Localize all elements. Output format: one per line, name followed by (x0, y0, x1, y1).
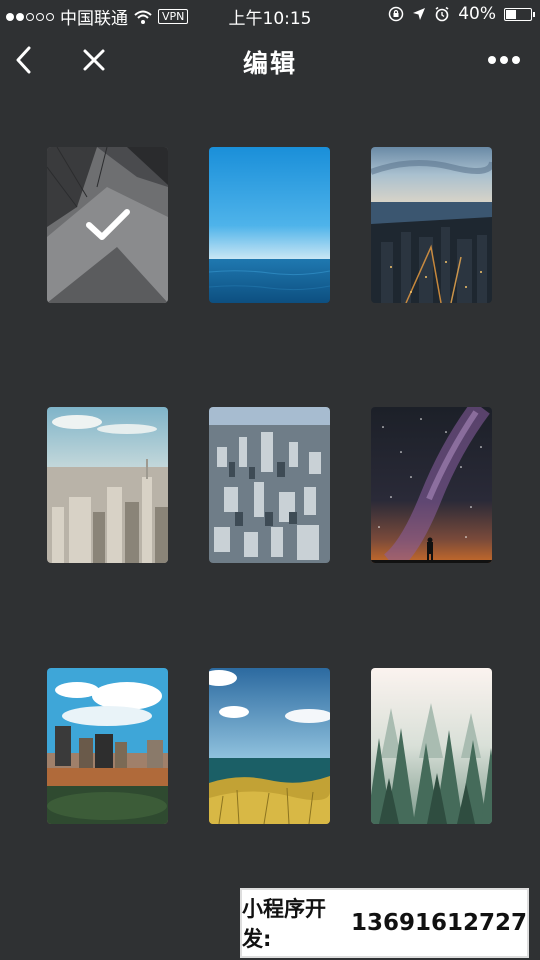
photo-city-aerial[interactable] (209, 407, 330, 563)
selected-check-overlay (47, 147, 168, 303)
photo-milky-way[interactable] (371, 407, 492, 563)
photo-ocean-sky[interactable] (209, 147, 330, 303)
contact-banner: 小程序开发: 13691612727 (242, 890, 527, 956)
photo-beach-grass[interactable] (209, 668, 330, 824)
photo-manhattan-skyline[interactable] (47, 407, 168, 563)
photo-misty-forest[interactable] (371, 668, 492, 824)
checkmark-icon (85, 209, 130, 240)
banner-label: 小程序开发: (242, 897, 326, 951)
photo-architecture[interactable] (47, 147, 168, 303)
photo-city-clouds[interactable] (47, 668, 168, 824)
photo-grid (0, 0, 540, 960)
banner-phone: 13691612727 (350, 910, 527, 936)
photo-city-night-coast[interactable] (371, 147, 492, 303)
